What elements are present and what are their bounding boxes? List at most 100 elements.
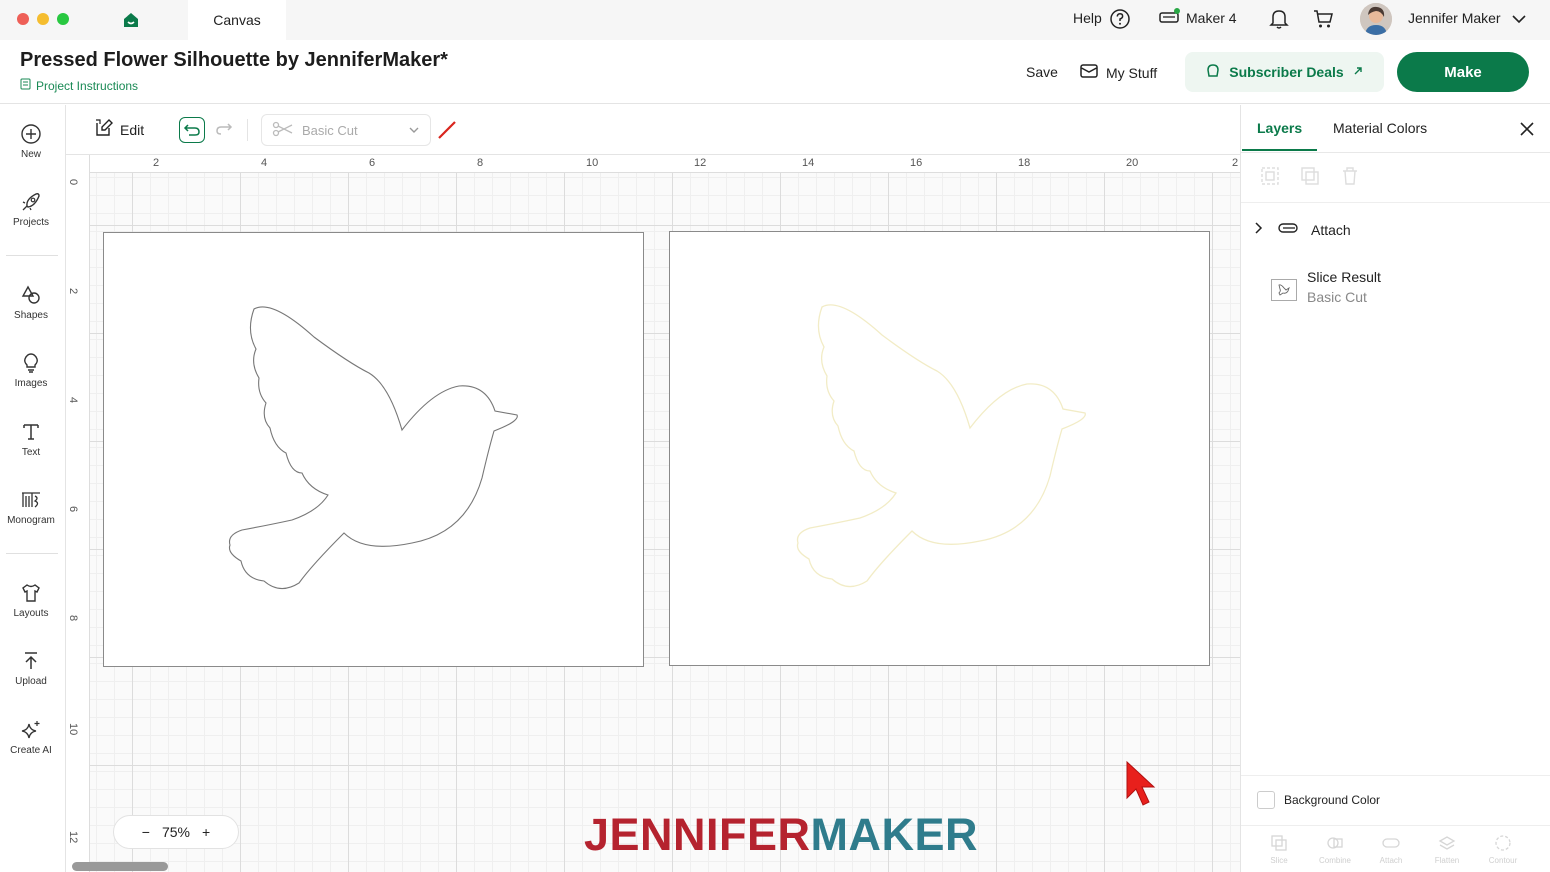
ruler-label: 10 bbox=[586, 157, 599, 169]
tab-material-colors[interactable]: Material Colors bbox=[1333, 120, 1427, 136]
design-mat-right[interactable] bbox=[669, 231, 1210, 666]
chevron-down-icon[interactable] bbox=[1511, 12, 1527, 30]
envelope-icon bbox=[1080, 63, 1098, 82]
sidebar-item-label: Text bbox=[21, 447, 41, 458]
sidebar-item-projects[interactable]: Projects bbox=[0, 191, 62, 228]
machine-icon[interactable] bbox=[1158, 7, 1182, 34]
title-bar: Canvas Help Maker 4 Jennifer Maker bbox=[0, 0, 1550, 40]
document-icon bbox=[20, 78, 31, 93]
close-window-button[interactable] bbox=[17, 13, 29, 25]
layer-group-attach[interactable]: Attach bbox=[1253, 221, 1351, 238]
operation-select[interactable]: Basic Cut bbox=[261, 114, 431, 146]
sidebar-item-label: New bbox=[20, 149, 41, 160]
avatar[interactable] bbox=[1360, 3, 1392, 35]
layer-item-slice-result[interactable]: Slice Result Basic Cut bbox=[1271, 269, 1381, 305]
maximize-window-button[interactable] bbox=[57, 13, 69, 25]
ruler-label: 8 bbox=[67, 615, 79, 622]
color-swatch[interactable] bbox=[437, 120, 457, 140]
sidebar-item-create-ai[interactable]: Create AI bbox=[0, 719, 62, 756]
bird-silhouette-slice-result[interactable] bbox=[670, 232, 1211, 667]
slice-button[interactable]: Slice bbox=[1251, 833, 1307, 865]
chevron-right-icon[interactable] bbox=[1253, 221, 1263, 238]
project-instructions-label: Project Instructions bbox=[36, 78, 139, 93]
bird-silhouette-outline[interactable] bbox=[104, 233, 645, 668]
project-instructions-link[interactable]: Project Instructions bbox=[20, 78, 138, 93]
design-mat-left[interactable] bbox=[103, 232, 644, 667]
sidebar-item-shapes[interactable]: Shapes bbox=[0, 284, 62, 321]
ruler-label: 12 bbox=[694, 157, 707, 169]
close-icon[interactable] bbox=[1519, 121, 1535, 142]
zoom-control: − 75% + bbox=[113, 815, 239, 849]
flatten-button[interactable]: Flatten bbox=[1419, 833, 1475, 865]
minimize-window-button[interactable] bbox=[37, 13, 49, 25]
trash-icon[interactable] bbox=[1339, 165, 1361, 192]
edit-icon bbox=[94, 118, 114, 141]
sidebar-item-layouts[interactable]: Layouts bbox=[0, 582, 62, 619]
layers-panel: Layers Material Colors Attach Slice Resu… bbox=[1240, 105, 1550, 872]
zoom-in-button[interactable]: + bbox=[202, 824, 210, 840]
tab-layers[interactable]: Layers bbox=[1257, 120, 1302, 136]
horizontal-scrollbar[interactable] bbox=[72, 862, 168, 871]
save-button[interactable]: Save bbox=[1026, 64, 1058, 80]
user-name[interactable]: Jennifer Maker bbox=[1408, 10, 1501, 26]
crown-icon bbox=[1205, 63, 1221, 82]
left-sidebar: New Projects Shapes Images Text Monogram… bbox=[0, 105, 66, 872]
sidebar-item-label: Layouts bbox=[13, 608, 49, 619]
contour-label: Contour bbox=[1488, 856, 1518, 865]
attach-button[interactable]: Attach bbox=[1363, 833, 1419, 865]
sidebar-item-text[interactable]: Text bbox=[0, 421, 62, 458]
zoom-out-button[interactable]: − bbox=[142, 824, 150, 840]
ruler-label: 6 bbox=[67, 506, 79, 513]
make-button[interactable]: Make bbox=[1397, 52, 1529, 92]
plus-circle-icon bbox=[21, 124, 41, 144]
tab-canvas[interactable]: Canvas bbox=[188, 0, 286, 40]
undo-icon bbox=[183, 124, 200, 136]
duplicate-icon[interactable] bbox=[1299, 165, 1321, 192]
ruler-label: 4 bbox=[67, 397, 79, 404]
panel-divider bbox=[1241, 202, 1550, 203]
sidebar-item-monogram[interactable]: Monogram bbox=[0, 489, 62, 526]
machine-label[interactable]: Maker 4 bbox=[1186, 10, 1237, 26]
subscriber-deals-button[interactable]: Subscriber Deals bbox=[1185, 52, 1384, 92]
sidebar-item-upload[interactable]: Upload bbox=[0, 650, 62, 687]
sidebar-item-label: Shapes bbox=[14, 310, 48, 321]
ruler-label: 8 bbox=[477, 157, 484, 169]
external-link-icon bbox=[1352, 64, 1364, 80]
operation-value: Basic Cut bbox=[302, 122, 358, 138]
project-header: Pressed Flower Silhouette by JenniferMak… bbox=[0, 40, 1550, 104]
combine-label: Combine bbox=[1318, 856, 1351, 865]
edit-button[interactable]: Edit bbox=[94, 118, 144, 141]
help-link[interactable]: Help bbox=[1073, 10, 1102, 26]
contour-button[interactable]: Contour bbox=[1475, 833, 1531, 865]
watermark-part-2: MAKER bbox=[810, 809, 979, 860]
design-canvas[interactable]: 2 4 6 8 10 12 14 16 18 20 2 0 2 4 6 8 10… bbox=[66, 155, 1240, 872]
combine-button[interactable]: Combine bbox=[1307, 833, 1363, 865]
bell-icon[interactable] bbox=[1269, 8, 1289, 35]
edit-label: Edit bbox=[120, 121, 145, 138]
sidebar-item-new[interactable]: New bbox=[0, 123, 62, 160]
subscriber-deals-label: Subscriber Deals bbox=[1229, 64, 1344, 80]
background-color-checkbox[interactable] bbox=[1257, 791, 1275, 809]
sidebar-item-label: Images bbox=[14, 378, 48, 389]
group-icon[interactable] bbox=[1259, 165, 1281, 192]
my-stuff-button[interactable]: My Stuff bbox=[1080, 63, 1157, 82]
sidebar-item-images[interactable]: Images bbox=[0, 352, 62, 389]
monogram-icon bbox=[22, 492, 40, 508]
layer-name: Attach bbox=[1311, 221, 1351, 238]
attach-icon bbox=[1382, 838, 1400, 848]
background-color-label: Background Color bbox=[1284, 793, 1381, 807]
undo-button[interactable] bbox=[179, 117, 205, 143]
zoom-level: 75% bbox=[161, 824, 191, 840]
redo-button[interactable] bbox=[214, 118, 234, 145]
ruler-label: 20 bbox=[1126, 157, 1139, 169]
cart-icon[interactable] bbox=[1312, 8, 1334, 35]
slice-icon bbox=[1271, 835, 1287, 851]
home-icon[interactable] bbox=[121, 10, 141, 35]
ruler-label: 2 bbox=[67, 288, 79, 295]
ruler-label: 14 bbox=[802, 157, 815, 169]
sidebar-item-label: Upload bbox=[15, 676, 47, 687]
sidebar-divider bbox=[6, 255, 58, 256]
help-icon[interactable] bbox=[1109, 8, 1131, 35]
ruler-label: 12 bbox=[67, 831, 79, 844]
sidebar-divider bbox=[6, 553, 58, 554]
